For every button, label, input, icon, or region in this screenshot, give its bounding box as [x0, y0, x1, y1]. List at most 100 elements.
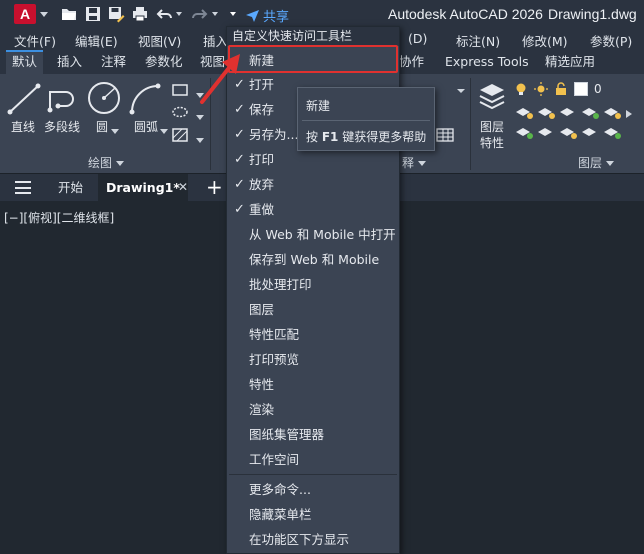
draw-panel-label[interactable]: 绘图 — [88, 154, 125, 171]
new-tab-plus-icon[interactable]: + — [206, 176, 223, 198]
menu-item-save-to-web-mobile[interactable]: 保存到 Web 和 Mobile — [227, 247, 399, 272]
layers-panel-title: 图层 — [578, 156, 603, 170]
layer-tools-grid-icon[interactable] — [514, 104, 638, 148]
tooltip-help-text: 按 F1 键获得更多帮助 — [306, 128, 426, 145]
circle-chevron-down-icon[interactable] — [107, 124, 119, 138]
annotation-panel-label[interactable]: 释 — [402, 154, 427, 171]
menu-item-label: 图层 — [249, 302, 275, 317]
undo-icon[interactable] — [156, 5, 174, 23]
viewport-controls-label[interactable]: [−][俯视][二维线框] — [4, 209, 114, 226]
checkmark-icon: ✓ — [234, 152, 245, 167]
tab-express-tools[interactable]: Express Tools — [439, 50, 535, 74]
arc-tool-label[interactable]: 圆弧 — [134, 118, 158, 135]
menu-item-redo[interactable]: ✓ 重做 — [227, 197, 399, 222]
layer-color-swatch[interactable] — [574, 82, 588, 96]
rectangle-tool-icon[interactable] — [172, 84, 188, 96]
sun-icon[interactable] — [534, 82, 548, 96]
tooltip-divider — [302, 120, 430, 121]
layer-properties-label-1[interactable]: 图层 — [480, 118, 504, 135]
undo-chevron-down-icon[interactable] — [176, 12, 182, 16]
share-button[interactable]: 共享 — [246, 6, 289, 25]
tab-start[interactable]: 开始 — [58, 174, 83, 201]
menu-item-label: 工作空间 — [249, 452, 300, 467]
app-title: Autodesk AutoCAD 2026 — [388, 6, 543, 22]
menu-item-label: 特性匹配 — [249, 327, 300, 342]
customize-qat-chevron-down-icon[interactable] — [230, 12, 236, 16]
menu-item-label: 渲染 — [249, 402, 275, 417]
menu-item-label: 保存 — [249, 102, 275, 117]
file-tabs-menu-icon[interactable] — [15, 181, 31, 194]
checkmark-icon: ✓ — [234, 202, 245, 217]
save-as-icon[interactable] — [107, 5, 125, 23]
polyline-tool-icon[interactable] — [46, 82, 82, 116]
send-icon — [246, 10, 259, 22]
app-menu-chevron-down-icon[interactable] — [40, 12, 48, 17]
tooltip-help-key: F1 — [321, 130, 339, 144]
layer-properties-label-2[interactable]: 特性 — [480, 134, 504, 151]
tab-insert[interactable]: 插入 — [51, 50, 88, 74]
menu-item-label: 打开 — [249, 77, 275, 92]
menu-item-undo[interactable]: ✓ 放弃 — [227, 172, 399, 197]
checkmark-icon: ✓ — [234, 177, 245, 192]
checkmark-icon: ✓ — [234, 127, 245, 142]
menu-item-sheet-set-manager[interactable]: 图纸集管理器 — [227, 422, 399, 447]
redo-icon[interactable] — [190, 5, 208, 23]
document-title: Drawing1.dwg — [548, 6, 637, 22]
menu-item-show-below-ribbon[interactable]: 在功能区下方显示 — [227, 527, 399, 552]
menu-item-more-commands[interactable]: 更多命令... — [227, 477, 399, 502]
menu-item-label: 打印 — [249, 152, 275, 167]
redo-chevron-down-icon[interactable] — [212, 12, 218, 16]
draw-panel-title: 绘图 — [88, 156, 113, 170]
tab-drawing1[interactable]: Drawing1* — [98, 174, 188, 201]
menu-item-match-properties[interactable]: 特性匹配 — [227, 322, 399, 347]
layers-panel-chevron-down-icon — [606, 161, 615, 166]
arc-chevron-down-icon[interactable] — [156, 124, 168, 138]
print-icon[interactable] — [131, 5, 149, 23]
menu-item-properties[interactable]: 特性 — [227, 372, 399, 397]
tooltip: 新建 按 F1 键获得更多帮助 — [297, 87, 435, 151]
menu-parametric[interactable]: 参数(P) — [590, 31, 632, 50]
tooltip-help-suffix: 键获得更多帮助 — [342, 130, 427, 144]
line-tool-icon[interactable] — [6, 82, 42, 116]
save-icon[interactable] — [84, 5, 102, 23]
arc-tool-icon[interactable] — [128, 82, 164, 116]
lightbulb-icon[interactable] — [514, 82, 528, 96]
menu-item-label: 在功能区下方显示 — [249, 532, 350, 547]
layer-properties-icon[interactable] — [476, 80, 508, 112]
menu-item-open-from-web-mobile[interactable]: 从 Web 和 Mobile 中打开 — [227, 222, 399, 247]
tab-default[interactable]: 默认 — [6, 50, 44, 74]
ellipse-tool-icon[interactable] — [172, 106, 188, 118]
close-tab-icon[interactable]: ✕ — [178, 174, 188, 201]
unlock-icon[interactable] — [554, 82, 568, 96]
circle-tool-icon[interactable] — [86, 80, 122, 116]
menu-item-workspace[interactable]: 工作空间 — [227, 447, 399, 472]
menu-item-hide-menu-bar[interactable]: 隐藏菜单栏 — [227, 502, 399, 527]
menu-item-layer[interactable]: 图层 — [227, 297, 399, 322]
menu-draw-fragment[interactable]: (D) — [408, 31, 427, 46]
ellipse-chevron-down-icon[interactable] — [192, 110, 204, 124]
menu-view[interactable]: 视图(V) — [138, 31, 181, 50]
line-tool-label[interactable]: 直线 — [11, 118, 35, 135]
menu-item-plot-preview[interactable]: 打印预览 — [227, 347, 399, 372]
app-logo-button[interactable]: A — [14, 4, 36, 24]
menu-edit[interactable]: 编辑(E) — [75, 31, 118, 50]
red-arrow-annotation-icon — [200, 54, 240, 104]
menu-item-render[interactable]: 渲染 — [227, 397, 399, 422]
table-icon[interactable] — [436, 128, 454, 142]
menu-modify[interactable]: 修改(M) — [522, 31, 568, 50]
annotation-panel-title: 释 — [402, 156, 415, 170]
open-folder-icon[interactable] — [60, 5, 78, 23]
menu-file[interactable]: 文件(F) — [14, 31, 56, 50]
tab-parametric[interactable]: 参数化 — [139, 50, 189, 74]
hatch-tool-icon[interactable] — [172, 128, 188, 142]
layer-name-value[interactable]: 0 — [594, 82, 602, 96]
annotation-chevron-down-icon[interactable] — [456, 86, 466, 96]
hatch-chevron-down-icon[interactable] — [192, 133, 204, 147]
layers-panel-label[interactable]: 图层 — [578, 154, 615, 171]
menu-dimension[interactable]: 标注(N) — [456, 31, 500, 50]
polyline-tool-label[interactable]: 多段线 — [44, 118, 80, 135]
tab-featured-apps[interactable]: 精选应用 — [539, 50, 601, 74]
menu-item-batch-plot[interactable]: 批处理打印 — [227, 272, 399, 297]
tab-annotate[interactable]: 注释 — [95, 50, 132, 74]
panel-divider — [470, 78, 471, 170]
